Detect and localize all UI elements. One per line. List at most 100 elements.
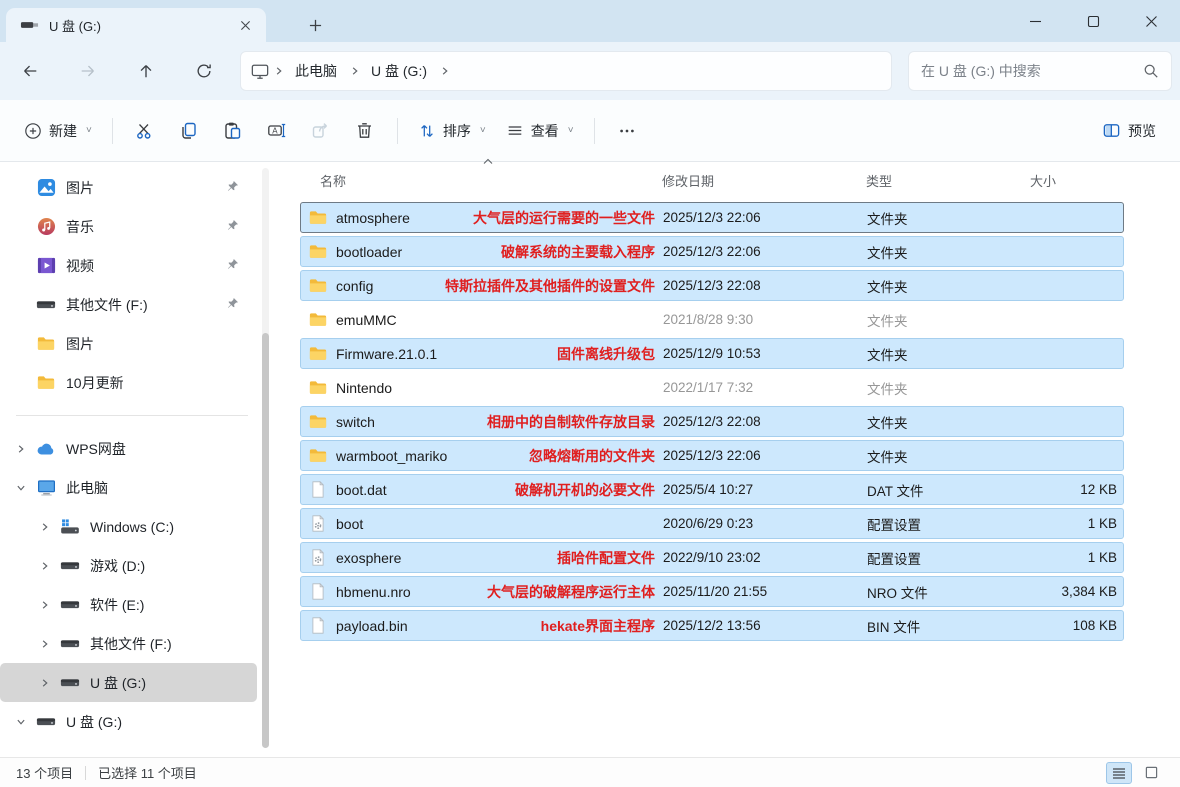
explorer-tab[interactable]: U 盘 (G:) xyxy=(6,8,266,42)
tab-close-icon[interactable] xyxy=(234,14,256,36)
search-input[interactable] xyxy=(921,63,1143,79)
delete-button[interactable] xyxy=(343,112,387,150)
sidebar-item-quick-4[interactable]: 图片 xyxy=(0,324,257,363)
view-button[interactable]: 查看 ˅ xyxy=(496,113,584,149)
file-type: 配置设置 xyxy=(867,514,1031,534)
file-row-atmosphere[interactable]: atmosphere大气层的运行需要的一些文件2025/12/3 22:06文件… xyxy=(300,202,1124,233)
file-row-boot[interactable]: boot2020/6/29 0:23配置设置1 KB xyxy=(300,508,1124,539)
sidebar-item-tree-6[interactable]: U 盘 (G:) xyxy=(0,663,257,702)
drive-icon xyxy=(60,634,80,654)
sidebar-item-tree-3[interactable]: 游戏 (D:) xyxy=(0,546,257,585)
file-row-payload.bin[interactable]: payload.binhekate界面主程序2025/12/2 13:56BIN… xyxy=(300,610,1124,641)
title-bar: U 盘 (G:) xyxy=(0,0,1180,42)
close-button[interactable] xyxy=(1122,0,1180,42)
address-bar[interactable]: 此电脑 U 盘 (G:) xyxy=(240,51,892,91)
breadcrumb-chevron-icon[interactable] xyxy=(269,66,287,76)
file-date: 2025/12/2 13:56 xyxy=(663,618,867,633)
file-date: 2025/12/3 22:06 xyxy=(663,210,867,225)
details-view-toggle[interactable] xyxy=(1106,762,1132,784)
sidebar-item-tree-7[interactable]: U 盘 (G:) xyxy=(0,702,257,741)
chevron-right-icon[interactable] xyxy=(40,678,52,688)
file-row-emuMMC[interactable]: emuMMC 2021/8/28 9:30文件夹 xyxy=(300,304,1124,335)
copy-button[interactable] xyxy=(167,112,211,150)
chevron-down-icon: ˅ xyxy=(568,125,574,136)
file-name-cell: payload.binhekate界面主程序 xyxy=(301,616,663,636)
rename-button[interactable]: A xyxy=(255,112,299,150)
more-options-button[interactable] xyxy=(605,112,649,150)
search-box[interactable] xyxy=(908,51,1172,91)
file-row-config[interactable]: config特斯拉插件及其他插件的设置文件2025/12/3 22:08文件夹 xyxy=(300,270,1124,301)
up-button[interactable] xyxy=(126,51,166,91)
file-type: 文件夹 xyxy=(867,446,1031,466)
sidebar-item-tree-4[interactable]: 软件 (E:) xyxy=(0,585,257,624)
sort-button[interactable]: 排序 ˅ xyxy=(408,113,496,149)
file-name-cell: Firmware.21.0.1 固件离线升级包 xyxy=(301,344,663,364)
sidebar-item-tree-2[interactable]: Windows (C:) xyxy=(0,507,257,546)
maximize-button[interactable] xyxy=(1064,0,1122,42)
sidebar-item-quick-3[interactable]: 其他文件 (F:) xyxy=(0,285,257,324)
file-name-cell: emuMMC xyxy=(301,311,663,329)
thumbnail-view-toggle[interactable] xyxy=(1138,762,1164,784)
sidebar-scrollbar-thumb[interactable] xyxy=(262,333,269,748)
new-button[interactable]: 新建 ˅ xyxy=(14,113,102,149)
cut-button[interactable] xyxy=(123,112,167,150)
videos-icon xyxy=(36,256,56,276)
file-row-hbmenu.nro[interactable]: hbmenu.nro大气层的破解程序运行主体2025/11/20 21:55NR… xyxy=(300,576,1124,607)
sidebar-scrollbar[interactable] xyxy=(262,168,269,746)
file-annotation: 大气层的破解程序运行主体 xyxy=(487,582,663,602)
refresh-button[interactable] xyxy=(184,51,224,91)
paste-button[interactable] xyxy=(211,112,255,150)
column-header-size[interactable]: 大小 xyxy=(1030,171,1124,193)
file-type: 文件夹 xyxy=(867,310,1031,330)
breadcrumb-chevron-icon[interactable] xyxy=(435,66,453,76)
sidebar-item-tree-5[interactable]: 其他文件 (F:) xyxy=(0,624,257,663)
new-tab-button[interactable] xyxy=(302,13,328,37)
sidebar-item-quick-0[interactable]: 图片 xyxy=(0,168,257,207)
sort-ascending-icon xyxy=(483,158,493,165)
chevron-down-icon[interactable] xyxy=(16,483,28,492)
chevron-right-icon[interactable] xyxy=(40,600,52,610)
file-date: 2021/8/28 9:30 xyxy=(663,312,867,327)
column-header-type[interactable]: 类型 xyxy=(866,171,1030,193)
chevron-right-icon[interactable] xyxy=(40,639,52,649)
chevron-right-icon[interactable] xyxy=(40,522,52,532)
file-type: BIN 文件 xyxy=(867,616,1031,636)
chevron-right-icon[interactable] xyxy=(16,444,28,454)
file-name: emuMMC xyxy=(336,312,397,328)
file-name-cell: exosphere插哈件配置文件 xyxy=(301,548,663,568)
sidebar-item-quick-2[interactable]: 视频 xyxy=(0,246,257,285)
folder-icon xyxy=(36,334,56,354)
file-row-warmboot_mariko[interactable]: warmboot_mariko忽略熔断用的文件夹2025/12/3 22:06文… xyxy=(300,440,1124,471)
file-annotation: 固件离线升级包 xyxy=(557,344,663,364)
preview-button[interactable]: 预览 xyxy=(1092,113,1166,149)
sidebar-item-quick-5[interactable]: 10月更新 xyxy=(0,363,257,402)
file-icon xyxy=(309,583,327,601)
sidebar-item-tree-1[interactable]: 此电脑 xyxy=(0,468,257,507)
file-name: Firmware.21.0.1 xyxy=(336,346,437,362)
pin-icon xyxy=(226,258,239,271)
back-button[interactable] xyxy=(10,51,50,91)
breadcrumb-this-pc[interactable]: 此电脑 xyxy=(287,57,345,85)
config-file-icon xyxy=(309,515,327,533)
sidebar-item-label: U 盘 (G:) xyxy=(90,673,146,693)
file-row-Firmware.21.0.1[interactable]: Firmware.21.0.1固件离线升级包2025/12/9 10:53文件夹 xyxy=(300,338,1124,369)
sidebar-item-label: 图片 xyxy=(66,334,94,354)
file-row-bootloader[interactable]: bootloader破解系统的主要载入程序2025/12/3 22:06文件夹 xyxy=(300,236,1124,267)
config-file-icon xyxy=(309,549,327,567)
file-row-Nintendo[interactable]: Nintendo2022/1/17 7:32文件夹 xyxy=(300,372,1124,403)
breadcrumb-chevron-icon[interactable] xyxy=(345,66,363,76)
file-row-switch[interactable]: switch相册中的自制软件存放目录2025/12/3 22:08文件夹 xyxy=(300,406,1124,437)
sidebar-item-tree-0[interactable]: WPS网盘 xyxy=(0,429,257,468)
chevron-right-icon[interactable] xyxy=(40,561,52,571)
file-row-boot.dat[interactable]: boot.dat破解机开机的必要文件2025/5/4 10:27DAT 文件12… xyxy=(300,474,1124,505)
column-header-name[interactable]: 名称 xyxy=(300,171,662,193)
folder-icon xyxy=(36,373,56,393)
column-header-date[interactable]: 修改日期 xyxy=(662,171,866,193)
file-row-exosphere[interactable]: exosphere插哈件配置文件2022/9/10 23:02配置设置1 KB xyxy=(300,542,1124,573)
breadcrumb-usb-drive[interactable]: U 盘 (G:) xyxy=(363,57,435,85)
sidebar-item-quick-1[interactable]: 音乐 xyxy=(0,207,257,246)
chevron-down-icon[interactable] xyxy=(16,717,28,726)
drive-icon xyxy=(60,673,80,693)
tab-title: U 盘 (G:) xyxy=(49,16,234,35)
minimize-button[interactable] xyxy=(1006,0,1064,42)
